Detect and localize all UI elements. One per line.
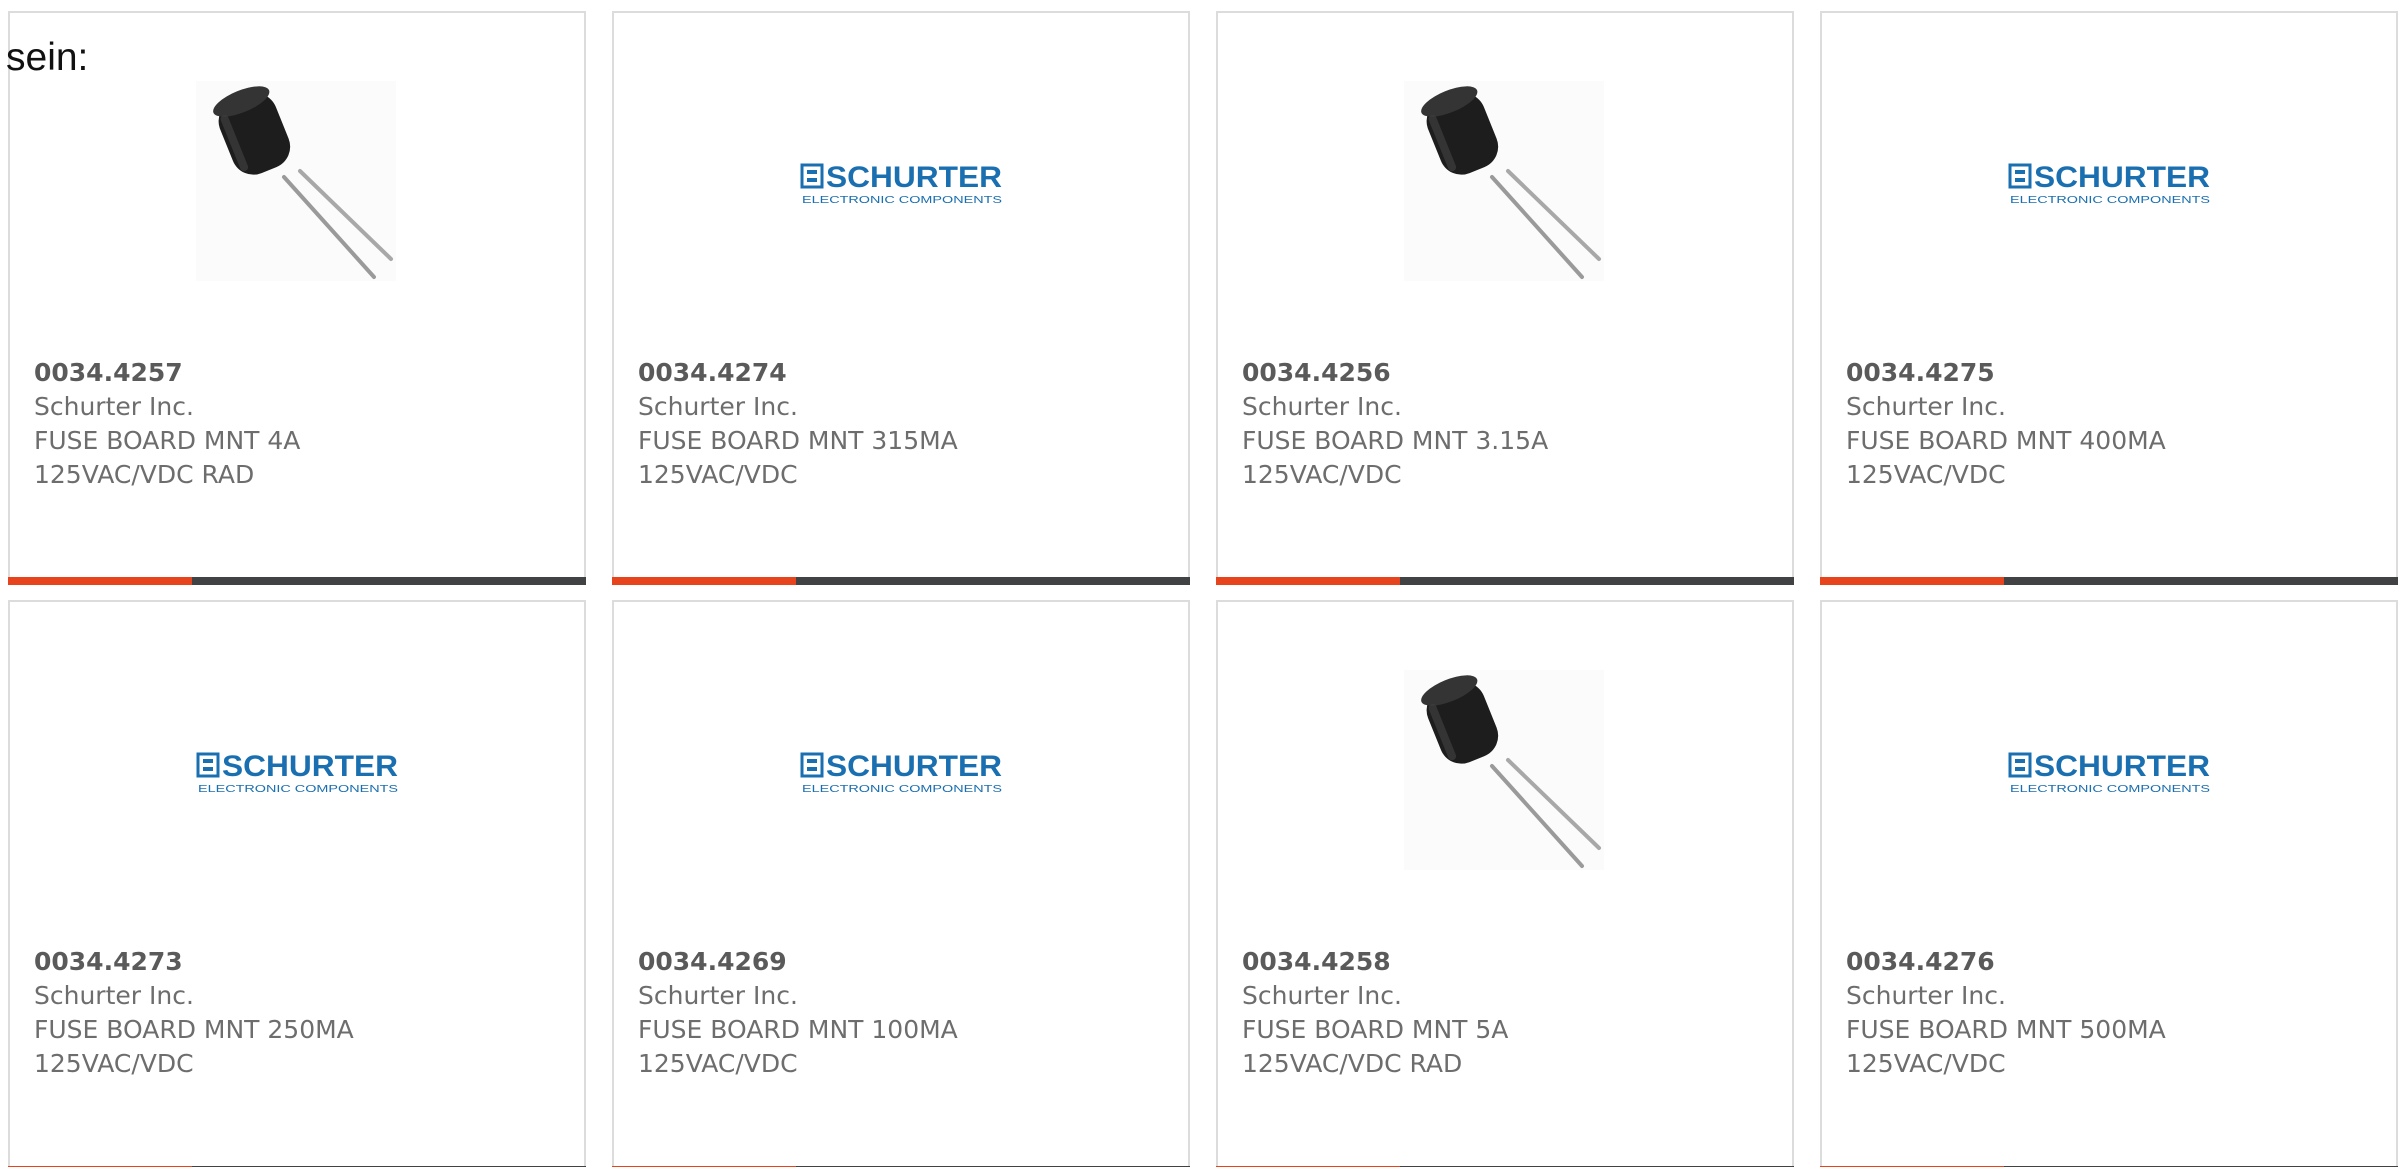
- part-number[interactable]: 0034.4274: [638, 356, 1174, 390]
- part-number[interactable]: 0034.4276: [1846, 945, 2382, 979]
- card-bottom-bar: [8, 577, 586, 585]
- product-card[interactable]: SCHURTER ELECTRONIC COMPONENTS 0034.4276 …: [1820, 600, 2398, 1167]
- description-line-2: 125VAC/VDC: [1846, 1049, 2006, 1078]
- product-image-area: SCHURTER ELECTRONIC COMPONENTS: [614, 602, 1188, 937]
- product-info: 0034.4269 Schurter Inc. FUSE BOARD MNT 1…: [638, 945, 1174, 1081]
- manufacturer: Schurter Inc.: [1242, 981, 1402, 1010]
- intro-text: sein:: [6, 36, 89, 79]
- description-line-1: FUSE BOARD MNT 500MA: [1846, 1015, 2166, 1044]
- description-line-1: FUSE BOARD MNT 400MA: [1846, 426, 2166, 455]
- fuse-photo: [1404, 670, 1604, 870]
- part-number[interactable]: 0034.4269: [638, 945, 1174, 979]
- description-line-1: FUSE BOARD MNT 5A: [1242, 1015, 1509, 1044]
- svg-text:ELECTRONIC COMPONENTS: ELECTRONIC COMPONENTS: [2010, 195, 2210, 206]
- description-line-2: 125VAC/VDC: [1242, 460, 1402, 489]
- svg-text:SCHURTER: SCHURTER: [222, 750, 398, 783]
- svg-text:ELECTRONIC COMPONENTS: ELECTRONIC COMPONENTS: [2010, 784, 2210, 795]
- svg-text:SCHURTER: SCHURTER: [826, 750, 1002, 783]
- svg-text:ELECTRONIC COMPONENTS: ELECTRONIC COMPONENTS: [802, 784, 1002, 795]
- fuse-photo: [1404, 81, 1604, 281]
- description-line-1: FUSE BOARD MNT 315MA: [638, 426, 958, 455]
- description-line-2: 125VAC/VDC: [1846, 460, 2006, 489]
- svg-text:ELECTRONIC COMPONENTS: ELECTRONIC COMPONENTS: [802, 195, 1002, 206]
- product-info: 0034.4257 Schurter Inc. FUSE BOARD MNT 4…: [34, 356, 570, 492]
- manufacturer: Schurter Inc.: [1242, 392, 1402, 421]
- svg-text:ELECTRONIC COMPONENTS: ELECTRONIC COMPONENTS: [198, 784, 398, 795]
- description-line-1: FUSE BOARD MNT 100MA: [638, 1015, 958, 1044]
- manufacturer: Schurter Inc.: [34, 981, 194, 1010]
- product-card[interactable]: 0034.4257 Schurter Inc. FUSE BOARD MNT 4…: [8, 11, 586, 585]
- description-line-1: FUSE BOARD MNT 4A: [34, 426, 301, 455]
- card-bottom-bar: [612, 577, 1190, 585]
- product-image-area: SCHURTER ELECTRONIC COMPONENTS: [614, 13, 1188, 348]
- svg-text:SCHURTER: SCHURTER: [826, 161, 1002, 194]
- description-line-2: 125VAC/VDC: [638, 460, 798, 489]
- product-image-area: [10, 13, 584, 348]
- part-number[interactable]: 0034.4258: [1242, 945, 1778, 979]
- description-line-1: FUSE BOARD MNT 3.15A: [1242, 426, 1549, 455]
- product-info: 0034.4273 Schurter Inc. FUSE BOARD MNT 2…: [34, 945, 570, 1081]
- description-line-2: 125VAC/VDC RAD: [34, 460, 255, 489]
- schurter-logo: SCHURTERELECTRONIC COMPONENTS: [800, 161, 1002, 206]
- description-line-2: 125VAC/VDC: [34, 1049, 194, 1078]
- product-image-area: SCHURTER ELECTRONIC COMPONENTS: [1822, 13, 2396, 348]
- product-info: 0034.4275 Schurter Inc. FUSE BOARD MNT 4…: [1846, 356, 2382, 492]
- part-number[interactable]: 0034.4256: [1242, 356, 1778, 390]
- manufacturer: Schurter Inc.: [638, 981, 798, 1010]
- product-info: 0034.4274 Schurter Inc. FUSE BOARD MNT 3…: [638, 356, 1174, 492]
- product-card[interactable]: SCHURTER ELECTRONIC COMPONENTS 0034.4269 …: [612, 600, 1190, 1167]
- product-info: 0034.4258 Schurter Inc. FUSE BOARD MNT 5…: [1242, 945, 1778, 1081]
- card-accent-bar: [1216, 577, 1400, 585]
- part-number[interactable]: 0034.4273: [34, 945, 570, 979]
- product-card[interactable]: 0034.4258 Schurter Inc. FUSE BOARD MNT 5…: [1216, 600, 1794, 1167]
- product-grid-page: sein: 0034.4257 Schurter Inc. FUSE BOARD…: [0, 0, 2400, 1167]
- svg-text:SCHURTER: SCHURTER: [2034, 750, 2210, 783]
- product-image-area: SCHURTER ELECTRONIC COMPONENTS: [10, 602, 584, 937]
- manufacturer: Schurter Inc.: [638, 392, 798, 421]
- card-accent-bar: [612, 577, 796, 585]
- description-line-2: 125VAC/VDC: [638, 1049, 798, 1078]
- product-image-area: SCHURTER ELECTRONIC COMPONENTS: [1822, 602, 2396, 937]
- card-bottom-bar: [1820, 577, 2398, 585]
- product-image-area: [1218, 13, 1792, 348]
- svg-text:SCHURTER: SCHURTER: [2034, 161, 2210, 194]
- product-info: 0034.4256 Schurter Inc. FUSE BOARD MNT 3…: [1242, 356, 1778, 492]
- description-line-1: FUSE BOARD MNT 250MA: [34, 1015, 354, 1044]
- manufacturer: Schurter Inc.: [1846, 392, 2006, 421]
- description-line-2: 125VAC/VDC RAD: [1242, 1049, 1463, 1078]
- product-card[interactable]: SCHURTER ELECTRONIC COMPONENTS 0034.4274 …: [612, 11, 1190, 585]
- schurter-logo: SCHURTERELECTRONIC COMPONENTS: [2008, 161, 2210, 206]
- card-bottom-bar: [1216, 577, 1794, 585]
- schurter-logo: SCHURTERELECTRONIC COMPONENTS: [196, 750, 398, 795]
- product-card[interactable]: 0034.4256 Schurter Inc. FUSE BOARD MNT 3…: [1216, 11, 1794, 585]
- part-number[interactable]: 0034.4275: [1846, 356, 2382, 390]
- schurter-logo: SCHURTERELECTRONIC COMPONENTS: [2008, 750, 2210, 795]
- manufacturer: Schurter Inc.: [1846, 981, 2006, 1010]
- product-card[interactable]: SCHURTER ELECTRONIC COMPONENTS 0034.4275 …: [1820, 11, 2398, 585]
- manufacturer: Schurter Inc.: [34, 392, 194, 421]
- card-accent-bar: [1820, 577, 2004, 585]
- product-info: 0034.4276 Schurter Inc. FUSE BOARD MNT 5…: [1846, 945, 2382, 1081]
- product-card[interactable]: SCHURTER ELECTRONIC COMPONENTS 0034.4273 …: [8, 600, 586, 1167]
- card-accent-bar: [8, 577, 192, 585]
- product-image-area: [1218, 602, 1792, 937]
- part-number[interactable]: 0034.4257: [34, 356, 570, 390]
- fuse-photo: [196, 81, 396, 281]
- schurter-logo: SCHURTERELECTRONIC COMPONENTS: [800, 750, 1002, 795]
